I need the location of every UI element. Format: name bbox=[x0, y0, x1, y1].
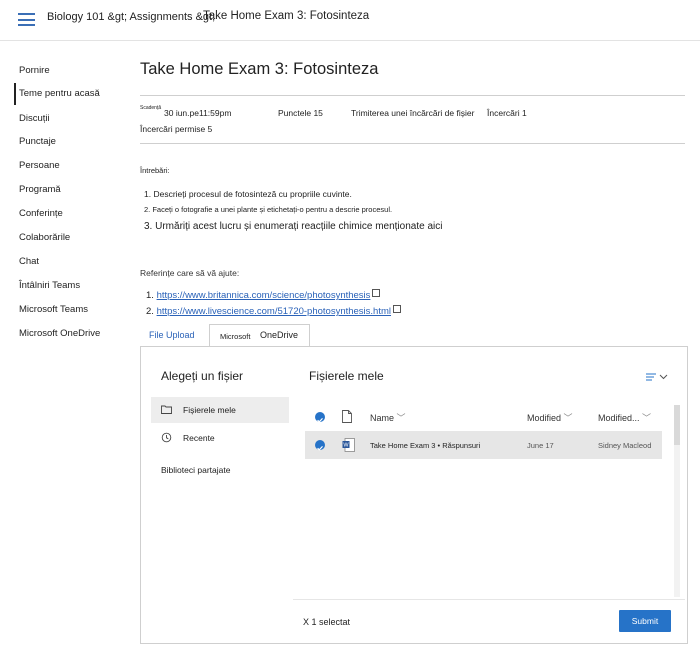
external-link-icon bbox=[393, 305, 402, 313]
references-heading: Referințe care să vă ajute: bbox=[140, 268, 240, 278]
points: Punctele 15 bbox=[278, 108, 323, 118]
sidebar-item-discutii[interactable]: Discuții bbox=[19, 113, 50, 124]
selection-count[interactable]: X 1 selectat bbox=[303, 617, 350, 627]
history-icon bbox=[161, 432, 172, 443]
nav-recent[interactable]: Recente bbox=[151, 425, 289, 451]
reference-1[interactable]: 1. https://www.britannica.com/science/ph… bbox=[146, 289, 381, 301]
column-name[interactable]: Name ﹀ bbox=[370, 411, 406, 424]
select-all-checkbox[interactable] bbox=[315, 412, 325, 423]
file-modified: June 17 bbox=[527, 441, 554, 450]
sidebar-item-chat[interactable]: Chat bbox=[19, 256, 39, 267]
sidebar-item-programa[interactable]: Programă bbox=[19, 184, 61, 195]
divider bbox=[140, 143, 685, 144]
tab-onedrive-label: OneDrive bbox=[260, 330, 299, 340]
table-row[interactable]: W Take Home Exam 3 • Răspunsuri June 17 … bbox=[305, 431, 662, 459]
questions-heading: Întrebări: bbox=[140, 166, 170, 175]
sidebar-item-pornire[interactable]: Pornire bbox=[19, 65, 50, 76]
due-tag: Scadență bbox=[140, 105, 162, 111]
picker-title: Alegeți un fișier bbox=[161, 369, 244, 383]
submit-button[interactable]: Submit bbox=[619, 610, 671, 632]
sidebar-item-teme[interactable]: Teme pentru acasă bbox=[19, 88, 100, 99]
file-list-pane: Fișierele mele Name ﹀ Modified ﹀ Modifie… bbox=[293, 347, 685, 641]
sort-options-icon[interactable] bbox=[645, 372, 669, 382]
tab-onedrive[interactable]: Microsoft OneDrive bbox=[209, 324, 310, 347]
reference-2[interactable]: 2. https://www.livescience.com/51720-pho… bbox=[146, 305, 402, 317]
tab-file-upload[interactable]: File Upload bbox=[149, 330, 195, 340]
file-name: Take Home Exam 3 • Răspunsuri bbox=[370, 441, 481, 450]
nav-shared-libraries[interactable]: Biblioteci partajate bbox=[151, 457, 289, 483]
breadcrumb-current: Take Home Exam 3: Fotosinteza bbox=[203, 10, 370, 22]
breadcrumb[interactable]: Biology 101 &gt; Assignments &gt; bbox=[47, 11, 215, 23]
scroll-thumb[interactable] bbox=[674, 405, 680, 445]
column-modified-by[interactable]: Modified... ﹀ bbox=[598, 411, 651, 424]
sidebar-item-conferinte[interactable]: Conferințe bbox=[19, 208, 63, 219]
divider bbox=[140, 95, 685, 96]
sidebar-item-intalniri-teams[interactable]: Întâlniri Teams bbox=[19, 280, 80, 291]
file-type-icon bbox=[342, 410, 352, 423]
active-indicator bbox=[14, 83, 16, 105]
allowed-attempts: Încercări permise 5 bbox=[140, 124, 213, 134]
menu-icon[interactable] bbox=[18, 13, 35, 26]
tab-onedrive-prefix: Microsoft bbox=[220, 332, 251, 341]
reference-link[interactable]: https://www.livescience.com/51720-photos… bbox=[157, 306, 391, 317]
scrollbar[interactable] bbox=[674, 405, 680, 597]
file-modified-by: Sidney Macleod bbox=[598, 441, 652, 450]
file-picker: Alegeți un fișier Fișierele mele Recente… bbox=[140, 346, 688, 644]
question-2: 2. Faceți o fotografie a unei plante și … bbox=[144, 205, 393, 214]
word-doc-icon: W bbox=[342, 438, 355, 452]
picker-nav: Alegeți un fișier Fișierele mele Recente… bbox=[141, 347, 293, 641]
sidebar-item-punctaje[interactable]: Punctaje bbox=[19, 136, 56, 147]
question-3: 3. Urmăriți acest lucru și enumerați rea… bbox=[144, 221, 443, 232]
submission-type: Trimiterea unei încărcări de fișier bbox=[351, 108, 475, 118]
due-date: 30 iun.pe11:59pm bbox=[164, 108, 232, 118]
folder-title: Fișierele mele bbox=[309, 369, 384, 383]
divider bbox=[293, 599, 685, 600]
row-checkbox[interactable] bbox=[315, 440, 325, 451]
sidebar-item-persoane[interactable]: Persoane bbox=[19, 160, 60, 171]
folder-icon bbox=[161, 405, 172, 414]
svg-text:W: W bbox=[343, 443, 349, 449]
page-title: Take Home Exam 3: Fotosinteza bbox=[140, 60, 379, 78]
sidebar-item-microsoft-onedrive[interactable]: Microsoft OneDrive bbox=[19, 328, 100, 339]
column-modified[interactable]: Modified ﹀ bbox=[527, 411, 573, 424]
attempts: Încercări 1 bbox=[487, 108, 527, 118]
top-bar: Biology 101 &gt; Assignments &gt; Take H… bbox=[0, 0, 700, 41]
nav-my-files[interactable]: Fișierele mele bbox=[151, 397, 289, 423]
sidebar-item-colaborarile[interactable]: Colaborările bbox=[19, 232, 70, 243]
question-1: 1. Descrieți procesul de fotosinteză cu … bbox=[144, 189, 352, 199]
external-link-icon bbox=[372, 289, 381, 297]
reference-link[interactable]: https://www.britannica.com/science/photo… bbox=[157, 290, 371, 301]
sidebar-item-microsoft-teams[interactable]: Microsoft Teams bbox=[19, 304, 88, 315]
